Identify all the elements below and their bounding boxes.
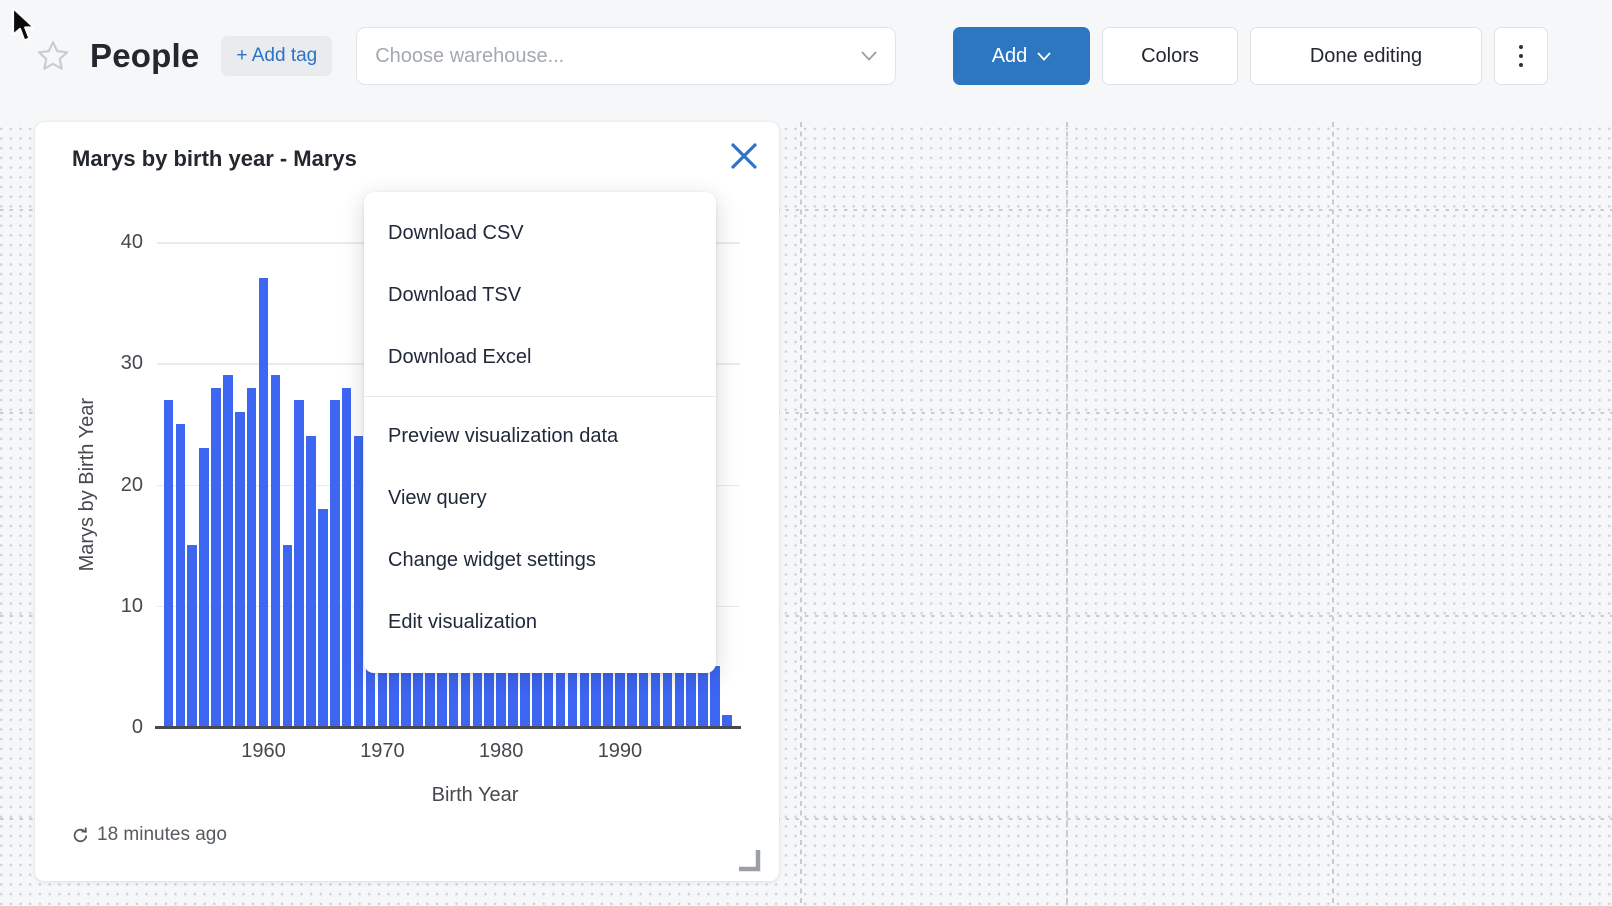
bar: [556, 666, 566, 727]
colors-button[interactable]: Colors: [1102, 27, 1238, 85]
bar: [223, 375, 233, 727]
y-tick-label: 30: [95, 351, 143, 375]
bar: [413, 666, 423, 727]
grid-vline: [800, 122, 802, 906]
x-tick-label: 1970: [337, 740, 427, 763]
bar: [698, 666, 708, 727]
more-options-button[interactable]: [1494, 27, 1548, 85]
bar: [259, 278, 269, 727]
menu-divider: [364, 396, 716, 397]
add-button-label: Add: [992, 45, 1028, 68]
bar: [675, 666, 685, 727]
dashboard-header: People + Add tag Choose warehouse... Add…: [0, 0, 1612, 112]
menu-item-widget-settings[interactable]: Change widget settings: [364, 529, 716, 591]
bar: [663, 666, 673, 727]
warehouse-select[interactable]: Choose warehouse...: [356, 27, 896, 85]
widget-title: Marys by birth year - Marys: [72, 146, 357, 172]
menu-item-view-query[interactable]: View query: [364, 467, 716, 529]
bar: [437, 666, 447, 727]
menu-item-download-tsv[interactable]: Download TSV: [364, 264, 716, 326]
bar: [639, 666, 649, 727]
bar: [568, 666, 578, 727]
menu-item-download-excel[interactable]: Download Excel: [364, 326, 716, 388]
warehouse-placeholder: Choose warehouse...: [375, 45, 861, 68]
bar: [580, 666, 590, 727]
grid-vline: [1066, 122, 1068, 906]
bar: [164, 400, 174, 727]
bar: [318, 509, 328, 727]
chevron-down-icon: [861, 51, 877, 61]
bar: [401, 666, 411, 727]
menu-item-edit-viz[interactable]: Edit visualization: [364, 591, 716, 653]
bar: [306, 436, 316, 727]
done-editing-button[interactable]: Done editing: [1250, 27, 1482, 85]
chevron-down-icon: [1037, 52, 1051, 61]
bar: [484, 666, 494, 727]
bar: [211, 388, 221, 728]
close-widget-button[interactable]: [727, 139, 761, 173]
bar: [449, 666, 459, 727]
page-title: People: [90, 37, 199, 75]
bar: [520, 666, 530, 727]
y-tick-label: 40: [95, 230, 143, 254]
menu-item-preview-data[interactable]: Preview visualization data: [364, 405, 716, 467]
header-actions: Add Colors Done editing: [953, 27, 1548, 85]
refresh-status[interactable]: 18 minutes ago: [71, 824, 227, 846]
x-tick-label: 1990: [575, 740, 665, 763]
close-icon: [730, 142, 758, 170]
bar: [271, 375, 281, 727]
x-tick-label: 1960: [219, 740, 309, 763]
bar: [247, 388, 257, 728]
bar: [342, 388, 352, 728]
y-tick-label: 0: [95, 715, 143, 739]
bar: [425, 666, 435, 727]
x-tick-label: 1980: [456, 740, 546, 763]
bar: [508, 666, 518, 727]
favorite-star-icon[interactable]: [36, 39, 70, 73]
bar: [651, 666, 661, 727]
bar: [710, 666, 720, 727]
bar: [627, 666, 637, 727]
menu-item-download-csv[interactable]: Download CSV: [364, 202, 716, 264]
x-axis-line: [155, 726, 741, 729]
grid-vline: [1332, 122, 1334, 906]
resize-handle-icon[interactable]: [737, 848, 761, 872]
dashboard-canvas: Marys by Birth Year Birth Year 010203040…: [0, 122, 1612, 906]
x-axis-label: Birth Year: [290, 784, 660, 807]
bar: [378, 666, 388, 727]
add-tag-button[interactable]: + Add tag: [221, 36, 332, 76]
y-tick-label: 10: [95, 594, 143, 618]
refresh-icon: [71, 826, 90, 845]
bar: [176, 424, 186, 727]
refresh-status-text: 18 minutes ago: [97, 824, 227, 846]
bar: [496, 666, 506, 727]
bar: [235, 412, 245, 727]
bar: [544, 666, 554, 727]
bar: [591, 666, 601, 727]
bar: [389, 666, 399, 727]
kebab-icon: [1519, 45, 1523, 49]
bar: [354, 436, 364, 727]
bar: [283, 545, 293, 727]
add-button[interactable]: Add: [953, 27, 1090, 85]
bar: [603, 666, 613, 727]
bar: [686, 666, 696, 727]
bar: [199, 448, 209, 727]
bar: [473, 666, 483, 727]
bar: [187, 545, 197, 727]
y-tick-label: 20: [95, 473, 143, 497]
widget-context-menu: Download CSV Download TSV Download Excel…: [364, 192, 716, 673]
bar: [330, 400, 340, 727]
bar: [532, 666, 542, 727]
bar: [461, 666, 471, 727]
bar: [294, 400, 304, 727]
bar: [615, 666, 625, 727]
app-root: People + Add tag Choose warehouse... Add…: [0, 0, 1612, 906]
